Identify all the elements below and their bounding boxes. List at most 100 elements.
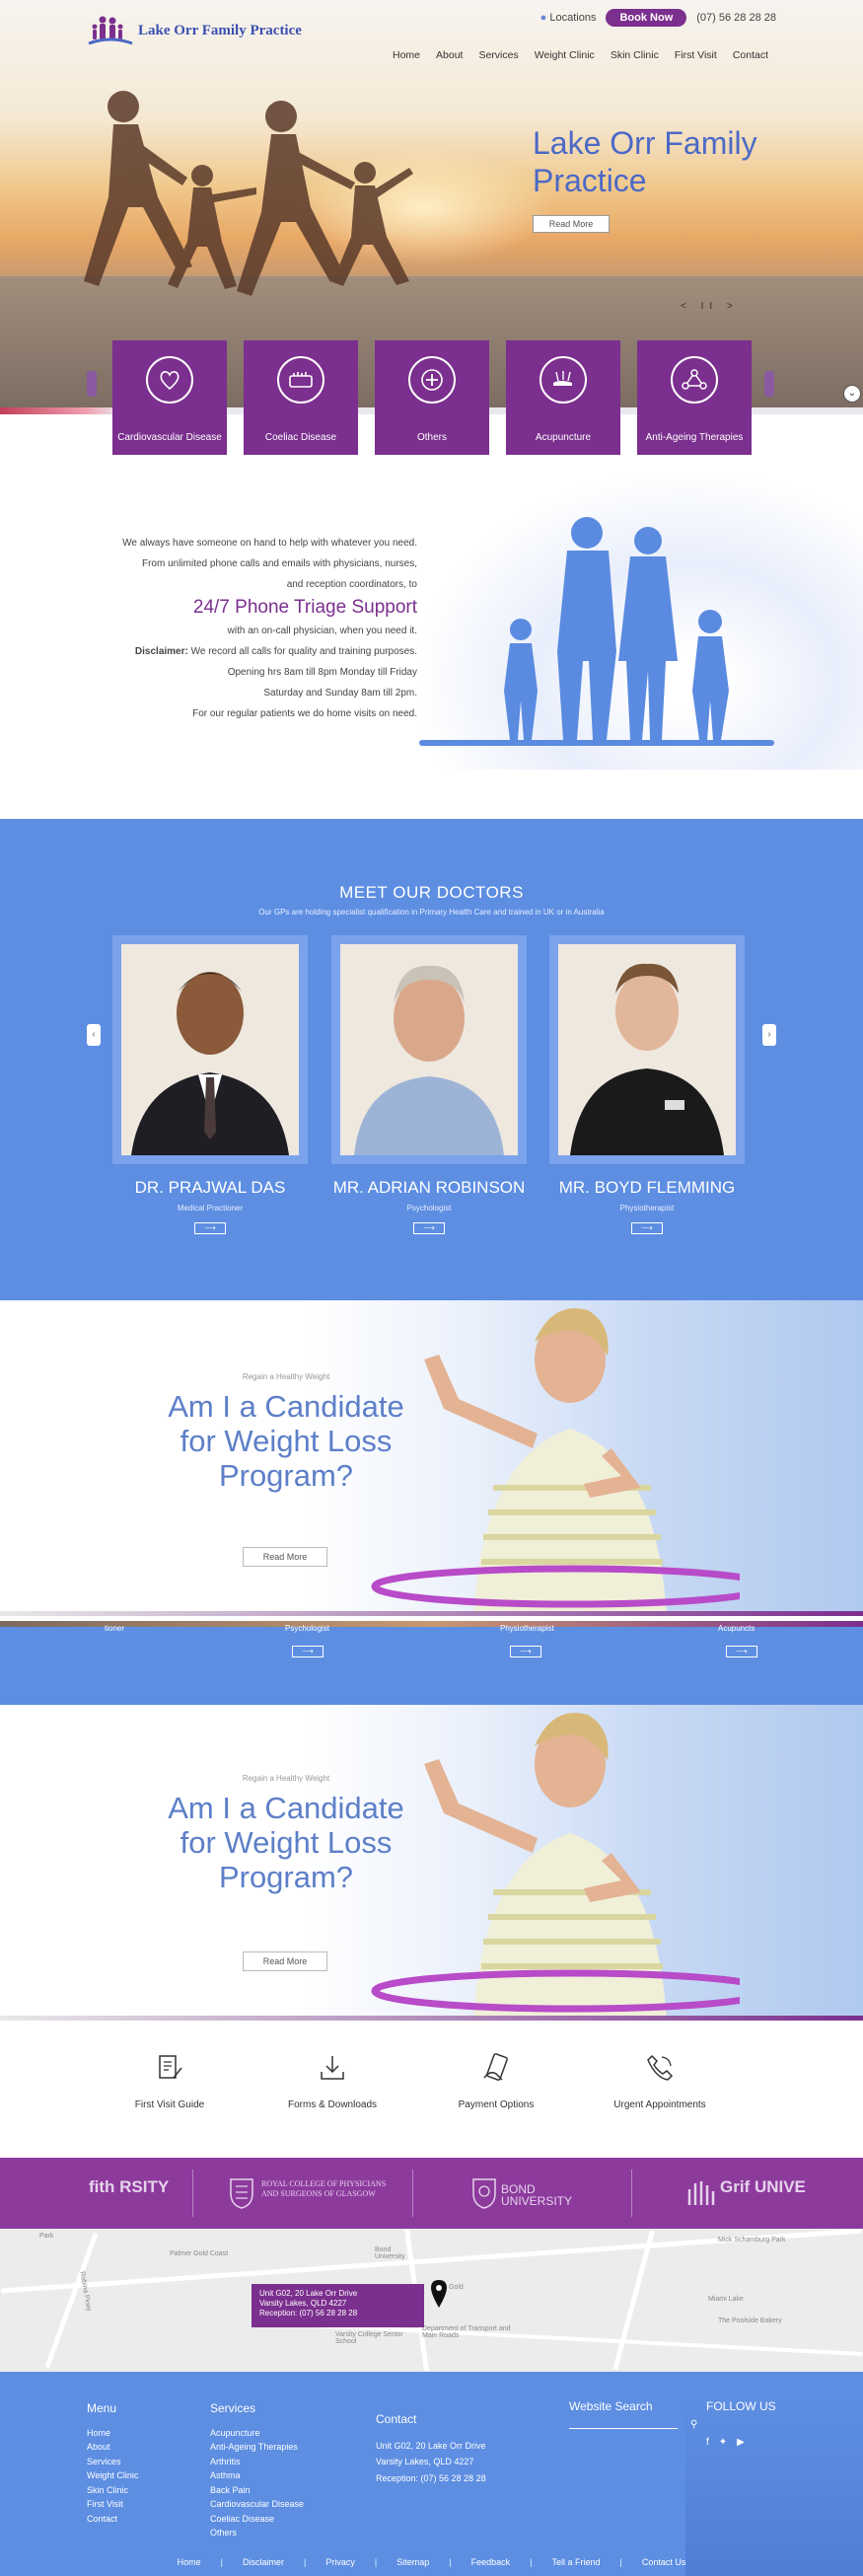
nav-services[interactable]: Services bbox=[478, 49, 518, 61]
nav-contact[interactable]: Contact bbox=[733, 49, 768, 61]
doctor-more-button[interactable]: ⟶ bbox=[194, 1222, 226, 1234]
facebook-icon[interactable]: f bbox=[706, 2437, 709, 2448]
services-next-arrow[interactable] bbox=[764, 371, 774, 397]
book-now-button[interactable]: Book Now bbox=[606, 9, 687, 27]
doctor-card[interactable]: MR. BOYD FLEMMING Physiotherapist ⟶ bbox=[549, 935, 745, 1234]
triage-line: From unlimited phone calls and emails wi… bbox=[141, 558, 417, 569]
doctor-name: MR. ADRIAN ROBINSON bbox=[332, 1178, 526, 1197]
weight-bottom-line bbox=[0, 1611, 863, 1616]
weight-read-more-button[interactable]: Read More bbox=[243, 1951, 327, 1971]
location-map[interactable]: Park Palmer Gold Coast Robina Pkwy Bond … bbox=[0, 2229, 863, 2372]
map-road bbox=[612, 2230, 655, 2371]
footer-link[interactable]: First Visit bbox=[87, 2497, 138, 2512]
nav-home[interactable]: Home bbox=[393, 49, 420, 61]
doctor-more-button[interactable]: ⟶ bbox=[726, 1646, 757, 1657]
main-nav: Home About Services Weight Clinic Skin C… bbox=[393, 49, 768, 61]
doctors-title: MEET OUR DOCTORS bbox=[339, 883, 524, 902]
footer-bottom-link[interactable]: Home bbox=[178, 2557, 201, 2567]
affiliations-strip: fith RSITY ROYAL COLLEGE OF PHYSICIANS A… bbox=[0, 2158, 863, 2229]
services-prev-arrow[interactable] bbox=[87, 371, 97, 397]
footer-menu-title: Menu bbox=[87, 2401, 117, 2415]
quick-link-forms[interactable]: Forms & Downloads bbox=[273, 2052, 392, 2110]
footer-skyline bbox=[685, 2401, 863, 2576]
nav-skin-clinic[interactable]: Skin Clinic bbox=[611, 49, 659, 61]
bread-icon bbox=[277, 356, 324, 404]
service-tile-others[interactable]: Others bbox=[375, 340, 489, 455]
site-logo[interactable]: Lake Orr Family Practice bbox=[87, 14, 302, 47]
doctor-card[interactable]: DR. PRAJWAL DAS Medical Practioner ⟶ bbox=[112, 935, 308, 1234]
footer-bottom-link[interactable]: Privacy bbox=[325, 2557, 355, 2567]
service-tile-cardiovascular[interactable]: Cardiovascular Disease bbox=[112, 340, 227, 455]
youtube-icon[interactable]: ▶ bbox=[737, 2437, 745, 2448]
hero-read-more-button[interactable]: Read More bbox=[533, 215, 610, 233]
service-label: Cardiovascular Disease bbox=[117, 432, 222, 443]
hero-family-silhouette bbox=[84, 91, 413, 296]
footer-link[interactable]: Asthma bbox=[210, 2468, 304, 2483]
footer-link[interactable]: Home bbox=[87, 2426, 138, 2441]
doctor-more-button[interactable]: ⟶ bbox=[510, 1646, 541, 1657]
map-pin-icon[interactable] bbox=[431, 2280, 447, 2308]
doctors-next-arrow[interactable]: › bbox=[762, 1024, 776, 1046]
service-tile-acupuncture[interactable]: Acupuncture bbox=[506, 340, 620, 455]
footer-services: Services Acupuncture Anti-Ageing Therapi… bbox=[210, 2401, 304, 2540]
footer-link[interactable]: Arthritis bbox=[210, 2455, 304, 2469]
weight-loss-banner-repeat: Regain a Healthy Weight Am I a Candidate… bbox=[0, 1705, 863, 2021]
footer-link[interactable]: About bbox=[87, 2440, 138, 2455]
services-row: Cardiovascular Disease Coeliac Disease O… bbox=[112, 340, 752, 455]
doctor-more-button[interactable]: ⟶ bbox=[631, 1222, 663, 1234]
footer-contact-line: Varsity Lakes, QLD 4227 bbox=[376, 2457, 474, 2466]
footer-link[interactable]: Cardiovascular Disease bbox=[210, 2497, 304, 2512]
quick-link-label: Payment Options bbox=[458, 2099, 535, 2110]
footer-bottom-link[interactable]: Feedback bbox=[471, 2557, 511, 2567]
nav-weight-clinic[interactable]: Weight Clinic bbox=[535, 49, 595, 61]
quick-link-urgent[interactable]: Urgent Appointments bbox=[601, 2052, 719, 2110]
footer-follow: FOLLOW US bbox=[706, 2399, 776, 2424]
twitter-icon[interactable]: ✦ bbox=[719, 2437, 727, 2448]
footer-bottom-link[interactable]: Sitemap bbox=[396, 2557, 429, 2567]
griffith-icon bbox=[687, 2181, 715, 2205]
footer-link[interactable]: Others bbox=[210, 2526, 304, 2540]
locations-link[interactable]: ● Locations bbox=[540, 12, 597, 24]
weight-read-more-button[interactable]: Read More bbox=[243, 1547, 327, 1567]
nav-about[interactable]: About bbox=[436, 49, 463, 61]
footer-link[interactable]: Weight Clinic bbox=[87, 2468, 138, 2483]
plus-icon bbox=[408, 356, 456, 404]
nav-first-visit[interactable]: First Visit bbox=[675, 49, 717, 61]
footer-bottom-link[interactable]: Tell a Friend bbox=[551, 2557, 600, 2567]
footer-search-input[interactable] bbox=[569, 2411, 678, 2429]
quick-link-label: Forms & Downloads bbox=[287, 2099, 378, 2110]
footer-follow-title: FOLLOW US bbox=[706, 2399, 776, 2413]
footer-link[interactable]: Contact bbox=[87, 2512, 138, 2527]
download-icon bbox=[321, 2056, 344, 2080]
footer-link[interactable]: Coeliac Disease bbox=[210, 2512, 304, 2527]
map-label: Varsity College Senior School bbox=[335, 2331, 403, 2345]
footer-contact-line[interactable]: Reception: (07) 56 28 28 28 bbox=[376, 2470, 486, 2487]
service-tile-coeliac[interactable]: Coeliac Disease bbox=[244, 340, 358, 455]
map-label: Gold bbox=[449, 2284, 464, 2291]
quick-link-first-visit[interactable]: First Visit Guide bbox=[110, 2052, 229, 2110]
slider-controls[interactable]: < II > bbox=[681, 301, 739, 312]
doctor-more-button[interactable]: ⟶ bbox=[413, 1222, 445, 1234]
site-footer: Menu Home About Services Weight Clinic S… bbox=[0, 2372, 863, 2576]
footer-link[interactable]: Back Pain bbox=[210, 2483, 304, 2498]
phone-number[interactable]: (07) 56 28 28 28 bbox=[696, 12, 776, 24]
logo-divider bbox=[631, 2170, 632, 2217]
doctor-card[interactable]: MR. ADRIAN ROBINSON Psychologist ⟶ bbox=[331, 935, 527, 1234]
service-label: Coeliac Disease bbox=[264, 432, 337, 443]
logo-divider bbox=[192, 2170, 193, 2217]
service-tile-anti-ageing[interactable]: Anti-Ageing Therapies bbox=[637, 340, 752, 455]
quick-link-payment[interactable]: Payment Options bbox=[437, 2052, 555, 2110]
map-label: Robina Pkwy bbox=[78, 2270, 93, 2313]
footer-link[interactable]: Acupuncture bbox=[210, 2426, 304, 2441]
footer-link[interactable]: Skin Clinic bbox=[87, 2483, 138, 2498]
footer-link[interactable]: Anti-Ageing Therapies bbox=[210, 2440, 304, 2455]
doctor-more-button[interactable]: ⟶ bbox=[292, 1646, 324, 1657]
scroll-down-icon[interactable]: ⌄ bbox=[843, 385, 861, 403]
triage-line: and reception coordinators, to bbox=[286, 579, 417, 590]
footer-link[interactable]: Services bbox=[87, 2455, 138, 2469]
doctors-overlap-strip: tioner Psychologist Physiotherapist Acup… bbox=[0, 1621, 863, 1705]
footer-bottom-link[interactable]: Contact Us bbox=[642, 2557, 686, 2567]
footer-bottom-link[interactable]: Disclaimer bbox=[243, 2557, 284, 2567]
search-icon[interactable]: ⚲ bbox=[690, 2419, 697, 2430]
doctors-prev-arrow[interactable]: ‹ bbox=[87, 1024, 101, 1046]
